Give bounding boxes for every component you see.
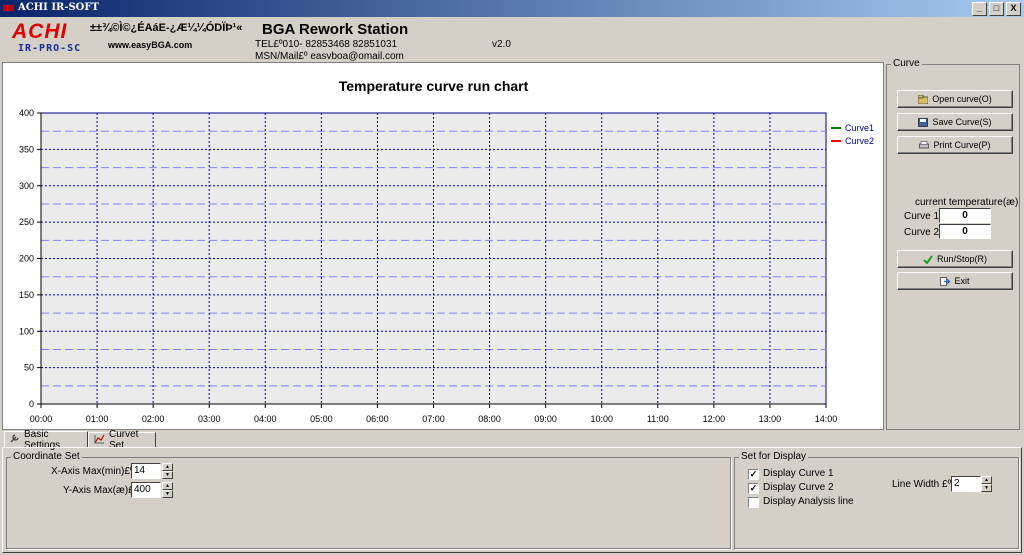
up-arrow-icon[interactable]: ▲ bbox=[162, 482, 173, 490]
y-axis-max-label: Y-Axis Max(æ)£º bbox=[63, 485, 138, 496]
display-curve1-checkbox[interactable]: ✓ bbox=[748, 469, 759, 480]
app-icon bbox=[3, 5, 14, 11]
up-arrow-icon[interactable]: ▲ bbox=[162, 463, 173, 471]
open-curve-button[interactable]: Open curve(O) bbox=[897, 90, 1013, 108]
display-curve2-checkbox[interactable]: ✓ bbox=[748, 483, 759, 494]
printer-icon bbox=[919, 140, 930, 150]
run-stop-button[interactable]: Run/Stop(R) bbox=[897, 250, 1013, 268]
down-arrow-icon[interactable]: ▼ bbox=[981, 484, 992, 492]
save-curve-label: Save Curve(S) bbox=[932, 117, 992, 127]
tab-curve-set[interactable]: Curvet Set bbox=[88, 429, 156, 451]
down-arrow-icon[interactable]: ▼ bbox=[162, 490, 173, 498]
run-stop-label: Run/Stop(R) bbox=[936, 254, 988, 264]
curve1-temp-field: 0 bbox=[939, 208, 991, 223]
x-tick-label: 02:00 bbox=[142, 414, 165, 424]
minimize-button[interactable]: _ bbox=[972, 2, 987, 16]
title-bar: ACHI IR-SOFT _ □ X bbox=[0, 0, 1024, 17]
chart-icon bbox=[94, 434, 105, 447]
up-arrow-icon[interactable]: ▲ bbox=[981, 476, 992, 484]
header: ACHI IR-PRO-SC ±±¾©Ì©¿ÉAáE-¿Æ¼¼ÓDÏÞ¹« ww… bbox=[0, 17, 1024, 62]
open-curve-label: Open curve(O) bbox=[932, 94, 992, 104]
version: v2.0 bbox=[492, 39, 511, 50]
y-tick-label: 350 bbox=[19, 144, 34, 154]
x-tick-label: 00:00 bbox=[30, 414, 53, 424]
save-curve-button[interactable]: Save Curve(S) bbox=[897, 113, 1013, 131]
x-axis-max-label: X-Axis Max(min)£º bbox=[51, 466, 134, 477]
legend-label-curve2: Curve2 bbox=[845, 136, 874, 146]
exit-label: Exit bbox=[954, 276, 970, 286]
current-temperature-label: current temperature(æ) bbox=[915, 197, 1019, 208]
mail-info: MSN/Mail£º easvboa@omail.com bbox=[255, 51, 404, 62]
exit-button[interactable]: Exit bbox=[897, 272, 1013, 290]
line-width-spinner[interactable]: ▲ ▼ bbox=[981, 476, 992, 492]
y-tick-label: 150 bbox=[19, 290, 34, 300]
curve-group-title: Curve bbox=[891, 58, 922, 69]
website: www.easyBGA.com bbox=[108, 40, 193, 50]
curve2-temp-field: 0 bbox=[939, 224, 991, 239]
folder-icon bbox=[917, 94, 929, 104]
y-tick-label: 100 bbox=[19, 326, 34, 336]
x-tick-label: 07:00 bbox=[422, 414, 445, 424]
curve-group: Curve Open curve(O) Save Curve(S) Print … bbox=[886, 58, 1020, 430]
coordinate-set-group: Coordinate Set X-Axis Max(min)£º 14 ▲ ▼ Y… bbox=[6, 451, 731, 549]
maximize-button[interactable]: □ bbox=[989, 2, 1004, 16]
display-curve1-label: Display Curve 1 bbox=[763, 468, 834, 479]
coordinate-set-title: Coordinate Set bbox=[11, 451, 82, 462]
app-title: BGA Rework Station bbox=[262, 21, 409, 38]
print-curve-button[interactable]: Print Curve(P) bbox=[897, 136, 1013, 154]
y-tick-label: 0 bbox=[29, 399, 34, 409]
chart-panel: Temperature curve run chart 0 50 100 150 200 2… bbox=[2, 62, 884, 430]
y-axis-spinner[interactable]: ▲ ▼ bbox=[162, 482, 173, 498]
x-axis-max-input[interactable]: 14 bbox=[131, 463, 161, 479]
display-analysis-checkbox[interactable] bbox=[748, 497, 759, 508]
y-tick-label: 400 bbox=[19, 108, 34, 118]
curve2-temp-label: Curve 2 bbox=[904, 227, 940, 238]
x-tick-label: 08:00 bbox=[478, 414, 501, 424]
y-tick-label: 200 bbox=[19, 254, 34, 264]
x-tick-label: 05:00 bbox=[310, 414, 333, 424]
y-axis-max-input[interactable]: 400 bbox=[131, 482, 161, 498]
x-tick-label: 03:00 bbox=[198, 414, 221, 424]
display-analysis-label: Display Analysis line bbox=[763, 496, 854, 507]
x-tick-label: 14:00 bbox=[815, 414, 838, 424]
curve1-temp-label: Curve 1 bbox=[904, 211, 940, 222]
line-width-input[interactable]: 2 bbox=[951, 476, 981, 492]
window-title: ACHI IR-SOFT bbox=[18, 2, 99, 13]
x-tick-label: 11:00 bbox=[647, 414, 669, 424]
logo-subtitle: IR-PRO-SC bbox=[18, 43, 82, 54]
y-tick-label: 50 bbox=[24, 363, 34, 373]
exit-icon bbox=[940, 276, 951, 286]
chart-title: Temperature curve run chart bbox=[339, 78, 529, 94]
x-tick-label: 12:00 bbox=[703, 414, 726, 424]
x-axis-spinner[interactable]: ▲ ▼ bbox=[162, 463, 173, 479]
logo: ACHI bbox=[12, 20, 68, 43]
settings-panel: Coordinate Set X-Axis Max(min)£º 14 ▲ ▼ Y… bbox=[2, 447, 1022, 553]
phone-info: TEL£º010- 82853468 82851031 bbox=[255, 39, 398, 50]
x-tick-label: 13:00 bbox=[759, 414, 782, 424]
x-tick-label: 06:00 bbox=[366, 414, 389, 424]
legend-label-curve1: Curve1 bbox=[845, 123, 874, 133]
wrench-icon bbox=[10, 433, 20, 446]
display-set-title: Set for Display bbox=[739, 451, 809, 462]
line-width-label: Line Width £º bbox=[892, 479, 952, 490]
print-curve-label: Print Curve(P) bbox=[933, 140, 991, 150]
check-icon bbox=[923, 254, 933, 265]
x-tick-label: 04:00 bbox=[254, 414, 277, 424]
x-tick-label: 01:00 bbox=[86, 414, 109, 424]
x-tick-label: 10:00 bbox=[590, 414, 613, 424]
y-tick-label: 250 bbox=[19, 217, 34, 227]
tab-basic-settings[interactable]: Basic Settings bbox=[4, 429, 88, 451]
temperature-chart: Temperature curve run chart 0 50 100 150 200 2… bbox=[19, 78, 874, 424]
close-button[interactable]: X bbox=[1006, 2, 1021, 16]
save-icon bbox=[918, 117, 929, 127]
y-tick-label: 300 bbox=[19, 181, 34, 191]
company-name: ±±¾©Ì©¿ÉAáE-¿Æ¼¼ÓDÏÞ¹« bbox=[90, 22, 243, 34]
display-curve2-label: Display Curve 2 bbox=[763, 482, 834, 493]
display-set-group: Set for Display ✓ Display Curve 1 ✓ Disp… bbox=[734, 451, 1019, 549]
x-tick-label: 09:00 bbox=[534, 414, 557, 424]
down-arrow-icon[interactable]: ▼ bbox=[162, 471, 173, 479]
